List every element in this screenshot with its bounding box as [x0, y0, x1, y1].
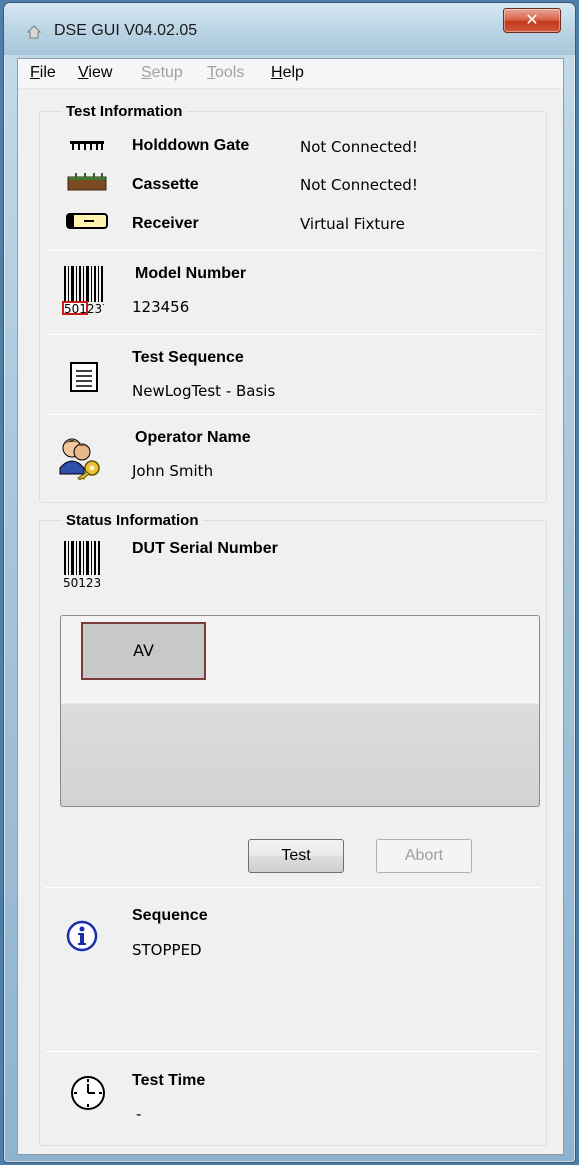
separator [46, 250, 542, 251]
menu-help[interactable]: Help [271, 64, 304, 82]
test-button[interactable]: Test [248, 839, 344, 873]
sequence-status-value: STOPPED [132, 941, 202, 959]
separator [45, 887, 541, 888]
holddown-gate-label: Holddown Gate [132, 137, 250, 154]
document-list-icon [70, 362, 98, 392]
title-bar[interactable]: DSE GUI V04.02.05 ✕ [4, 3, 575, 55]
test-time-label: Test Time [132, 1072, 206, 1089]
av-indicator[interactable]: AV [81, 622, 206, 680]
menu-setup: Setup [141, 64, 183, 81]
barcode-icon: 501237 [63, 541, 102, 590]
status-display-panel: AV [60, 615, 540, 807]
menu-file[interactable]: File [30, 64, 56, 82]
operator-name-value: John Smith [132, 462, 214, 480]
separator [45, 1051, 541, 1052]
menu-bar: File View Setup Tools Help [18, 59, 563, 89]
dut-barcode-text: 501237 [63, 576, 102, 590]
operator-key-icon [59, 438, 100, 480]
cassette-label: Cassette [132, 176, 199, 193]
test-time-value: - [136, 1105, 142, 1123]
model-number-label: Model Number [135, 265, 247, 282]
cassette-status: Not Connected! [300, 176, 418, 194]
info-icon [66, 920, 98, 952]
separator [46, 414, 542, 415]
model-barcode-text: 501237 [64, 302, 104, 316]
holddown-gate-status: Not Connected! [300, 138, 418, 156]
close-button[interactable]: ✕ [503, 8, 561, 33]
client-area: File View Setup Tools Help Test Informat… [17, 58, 564, 1155]
test-information-group: Test Information Holddown Gate Not Conne… [39, 103, 547, 503]
status-information-group: Status Information 501237 DUT Serial Num… [39, 512, 547, 1146]
separator [46, 334, 542, 335]
sequence-label: Sequence [132, 907, 208, 924]
barcode-icon: 501237 [62, 266, 104, 316]
status-information-title: Status Information [62, 512, 203, 529]
test-information-title: Test Information [62, 103, 187, 120]
holddown-gate-icon [70, 141, 104, 150]
app-window: DSE GUI V04.02.05 ✕ File View Setup Tool… [3, 2, 576, 1163]
clock-icon [71, 1076, 105, 1110]
cassette-icon [67, 173, 107, 191]
receiver-label: Receiver [132, 215, 199, 232]
test-sequence-value: NewLogTest - Basis [132, 382, 276, 400]
menu-tools: Tools [207, 64, 245, 81]
receiver-icon [66, 213, 108, 229]
receiver-status: Virtual Fixture [300, 215, 405, 233]
app-icon [26, 25, 42, 39]
dut-serial-number-label: DUT Serial Number [132, 540, 278, 557]
model-number-value: 123456 [132, 298, 190, 316]
abort-button: Abort [376, 839, 472, 873]
test-sequence-label: Test Sequence [132, 349, 244, 366]
menu-view[interactable]: View [78, 64, 112, 82]
window-title: DSE GUI V04.02.05 [54, 22, 198, 39]
operator-name-label: Operator Name [135, 429, 251, 446]
